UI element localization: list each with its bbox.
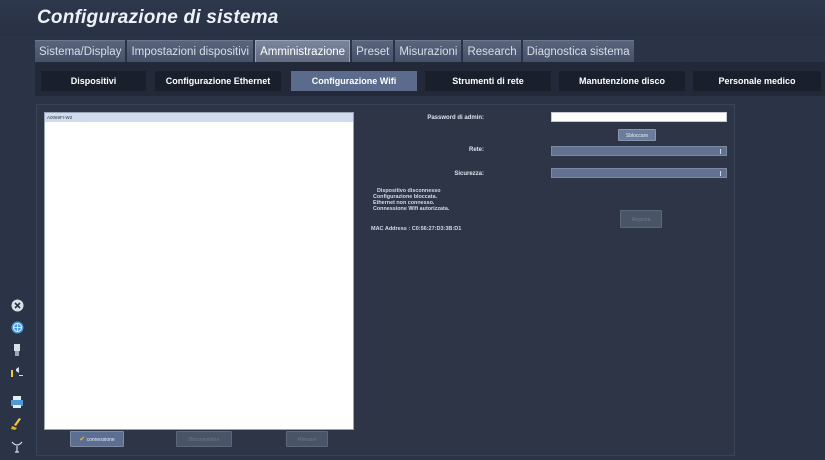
close-icon[interactable] <box>10 298 24 312</box>
tab-impostazioni-dispositivi[interactable]: Impostazioni dispositivi <box>127 40 254 62</box>
usb-icon[interactable] <box>10 343 24 357</box>
network-list[interactable]: A0069FI-W2 <box>44 112 354 430</box>
volume-icon[interactable] <box>10 364 24 378</box>
tab-preset[interactable]: Preset <box>352 40 394 62</box>
tab-diagnostica-sistema[interactable]: Diagnostica sistema <box>522 40 634 62</box>
subtab-personale-medico[interactable]: Personale medico <box>693 71 821 91</box>
dropdown-icon <box>720 149 721 154</box>
main-tabs: Sistema/Display Impostazioni dispositivi… <box>35 40 634 62</box>
status-text: Dispositivo disconnesso Configurazione b… <box>373 188 449 212</box>
tab-sistema-display[interactable]: Sistema/Display <box>35 40 126 62</box>
register-button[interactable]: Registra <box>620 210 662 228</box>
printer-icon[interactable] <box>10 395 24 409</box>
admin-password-label: Password di admin: <box>427 115 484 121</box>
status-line: Connessione Wifi autorizzata. <box>373 206 450 212</box>
check-icon: ✔ <box>79 436 86 443</box>
forget-button[interactable]: Rimuovi <box>286 431 328 447</box>
connect-button[interactable]: ✔ connessione <box>70 431 124 447</box>
security-select[interactable] <box>551 168 727 178</box>
title-bar: Configurazione di sistema <box>0 0 825 36</box>
subtab-configurazione-wifi[interactable]: Configurazione Wifi <box>291 71 417 91</box>
security-label: Sicurezza: <box>454 171 484 177</box>
tab-misurazioni[interactable]: Misurazioni <box>395 40 462 62</box>
tab-amministrazione[interactable]: Amministrazione <box>255 40 351 62</box>
admin-password-input[interactable] <box>551 112 727 122</box>
network-label: Rete: <box>468 147 484 153</box>
subtab-strumenti-di-rete[interactable]: Strumenti di rete <box>425 71 551 91</box>
globe-icon[interactable] <box>10 320 24 334</box>
probe-icon[interactable] <box>10 440 24 454</box>
clean-icon[interactable] <box>10 417 24 431</box>
subtab-dispositivi[interactable]: Dispositivi <box>41 71 146 91</box>
subtab-configurazione-ethernet[interactable]: Configurazione Ethernet <box>155 71 281 91</box>
mac-address: MAC Address : C0:56:27:D3:3B:D1 <box>371 226 462 232</box>
subtab-manutenzione-disco[interactable]: Manutenzione disco <box>559 71 685 91</box>
dropdown-icon <box>720 171 721 176</box>
sub-tabs-bar: Dispositivi Configurazione Ethernet Conf… <box>35 62 825 96</box>
connect-button-label: connessione <box>86 437 115 443</box>
list-item[interactable]: A0069FI-W2 <box>45 113 353 122</box>
tab-research[interactable]: Research <box>463 40 521 62</box>
disconnect-button[interactable]: Disconnettere <box>176 431 232 447</box>
page-title: Configurazione di sistema <box>37 7 279 28</box>
network-select[interactable] <box>551 146 727 156</box>
unlock-button[interactable]: Sbloccare <box>618 129 656 141</box>
